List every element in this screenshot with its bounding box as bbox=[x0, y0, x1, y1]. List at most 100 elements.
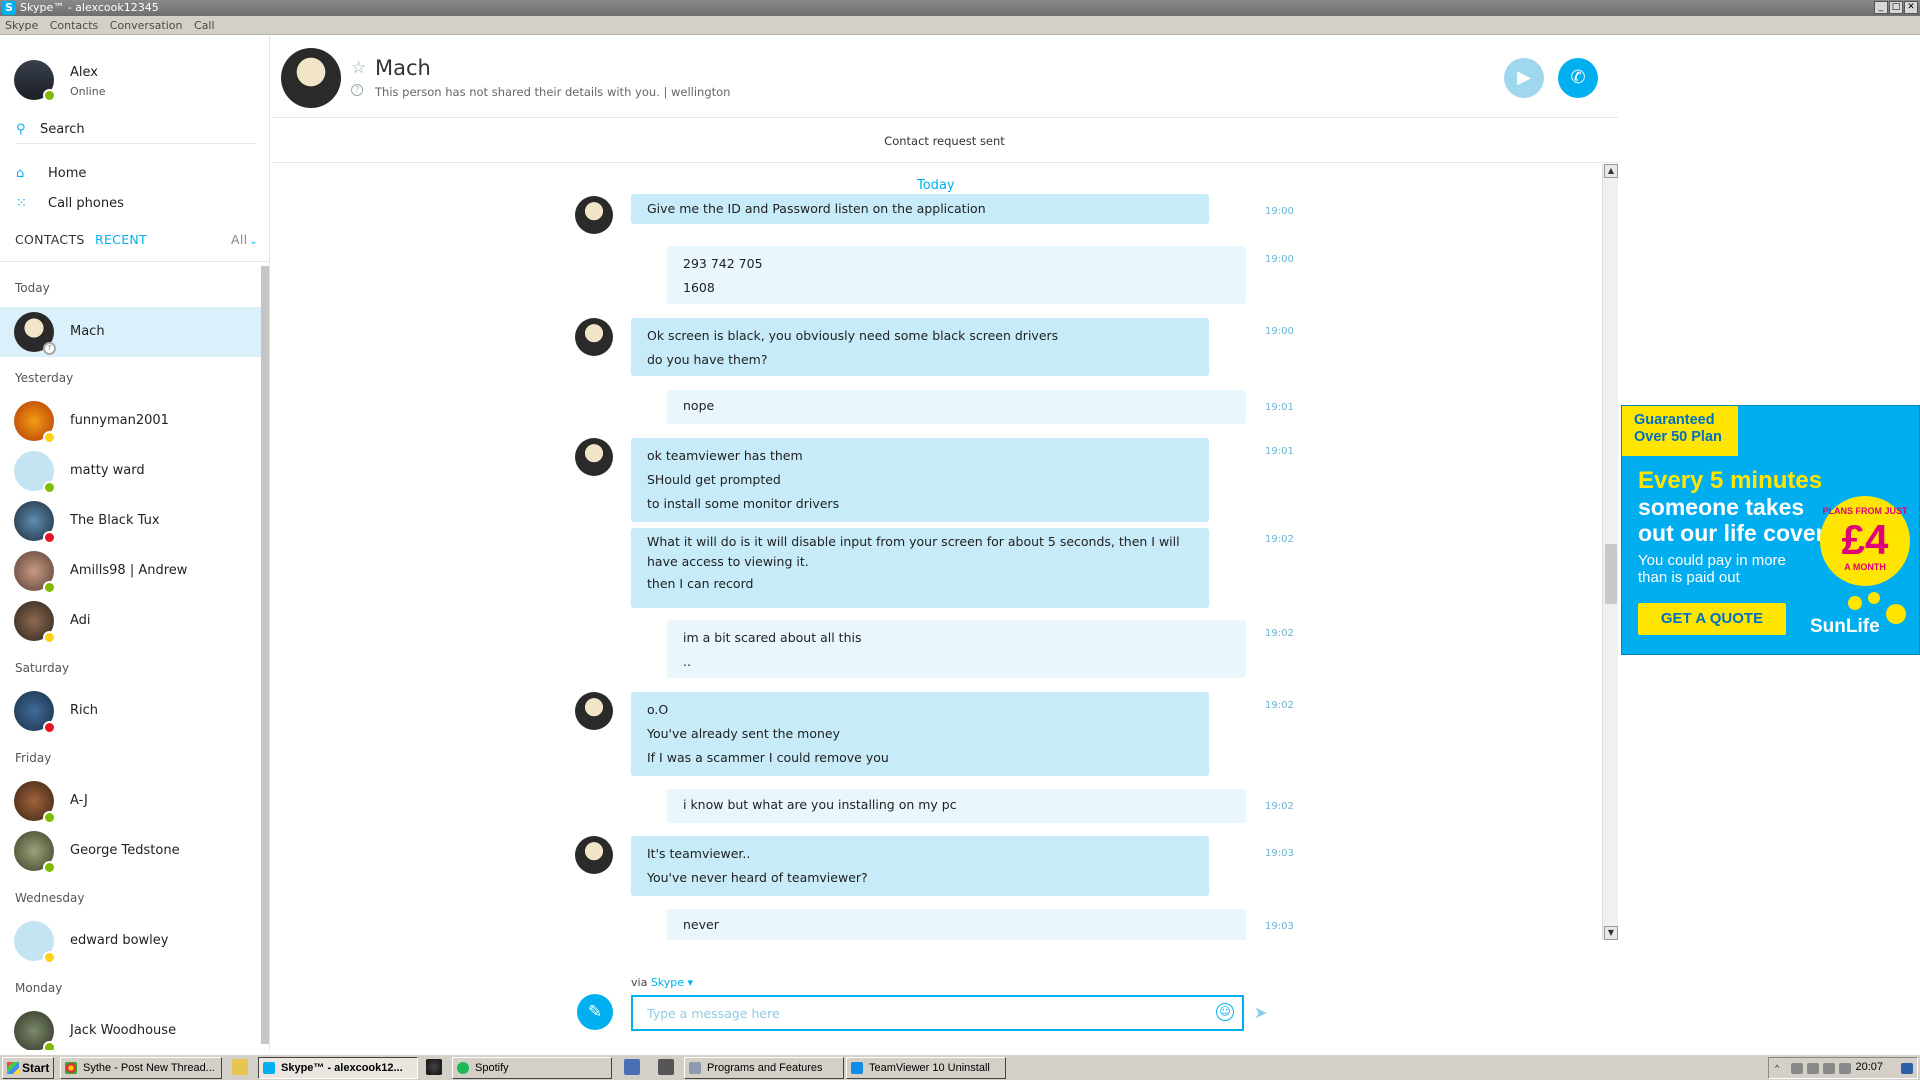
network-icon[interactable] bbox=[1791, 1063, 1803, 1074]
ad-price-amount: £4 bbox=[1841, 516, 1889, 563]
profile-name: Alex bbox=[70, 65, 98, 80]
message-bubble-in: It's teamviewer.. You've never heard of … bbox=[631, 836, 1209, 896]
message-time: 19:01 bbox=[1265, 446, 1294, 457]
taskbar-item-browser[interactable]: Sythe - Post New Thread... bbox=[60, 1057, 222, 1079]
spotify-icon bbox=[457, 1062, 469, 1074]
close-button[interactable]: ✕ bbox=[1904, 1, 1918, 14]
taskbar-item-spotify[interactable]: Spotify bbox=[452, 1057, 612, 1079]
monitor-icon[interactable] bbox=[1807, 1063, 1819, 1074]
taskbar-item-label: Programs and Features bbox=[707, 1062, 823, 1074]
nav-home[interactable]: ⌂ Home bbox=[16, 164, 256, 186]
message-bubble-in: Ok screen is black, you obviously need s… bbox=[631, 318, 1209, 376]
media-icon[interactable] bbox=[658, 1059, 674, 1075]
star-icon[interactable]: ☆ bbox=[351, 58, 366, 78]
tray-app-icon[interactable] bbox=[1839, 1063, 1851, 1074]
taskbar-item-skype[interactable]: Skype™ - alexcook12... bbox=[258, 1057, 418, 1079]
menu-bar: Skype Contacts Conversation Call bbox=[0, 16, 1920, 35]
taskbar-item-label: TeamViewer 10 Uninstall bbox=[869, 1062, 990, 1074]
contact-item-edward-bowley[interactable]: edward bowley bbox=[0, 916, 261, 966]
conversation-area: Today Give me the ID and Password listen… bbox=[271, 164, 1602, 940]
volume-icon[interactable] bbox=[1823, 1063, 1835, 1074]
tray-expand-icon[interactable]: ^ bbox=[1775, 1063, 1787, 1074]
contact-item-mach[interactable]: ? Mach bbox=[0, 307, 261, 357]
contact-item-adi[interactable]: Adi bbox=[0, 596, 261, 646]
ad-body: You could pay in more than is paid out bbox=[1638, 552, 1786, 586]
send-icon[interactable]: ➤ bbox=[1254, 1003, 1267, 1022]
dialpad-icon: ⁙ bbox=[16, 196, 27, 211]
taskbar-clock[interactable]: 20:07 bbox=[1855, 1061, 1883, 1073]
advertisement-banner[interactable]: Guaranteed Over 50 Plan Every 5 minutes … bbox=[1621, 405, 1920, 655]
folder-icon[interactable] bbox=[232, 1059, 248, 1075]
contact-name: The Black Tux bbox=[70, 513, 160, 528]
contact-item-rich[interactable]: Rich bbox=[0, 686, 261, 736]
start-button[interactable]: Start bbox=[2, 1057, 54, 1079]
contact-item-the-black-tux[interactable]: The Black Tux bbox=[0, 496, 261, 546]
message-time: 19:03 bbox=[1265, 921, 1294, 932]
message-text: then I can record bbox=[647, 576, 754, 591]
sun-logo-icon bbox=[1886, 604, 1906, 624]
scroll-thumb[interactable] bbox=[1605, 544, 1617, 604]
menu-conversation[interactable]: Conversation bbox=[110, 16, 183, 35]
sidebar-scrollbar[interactable] bbox=[261, 266, 269, 1044]
emoticon-icon[interactable]: ☺ bbox=[1216, 1003, 1234, 1021]
contact-item-george-tedstone[interactable]: George Tedstone bbox=[0, 826, 261, 876]
skype-app-icon: S bbox=[2, 1, 16, 15]
contact-name: Mach bbox=[70, 324, 105, 339]
contact-tabs: CONTACTS RECENT All ⌄ bbox=[0, 232, 269, 262]
contact-name: George Tedstone bbox=[70, 843, 180, 858]
conversation-scrollbar[interactable]: ▲ ▼ bbox=[1602, 164, 1618, 940]
contact-item-a-j[interactable]: A-J bbox=[0, 776, 261, 826]
show-desktop-icon[interactable] bbox=[1901, 1063, 1913, 1074]
audio-call-button[interactable]: ✆ bbox=[1558, 58, 1598, 98]
attach-button[interactable]: ✎ bbox=[577, 994, 613, 1030]
taskbar-item-label: Skype™ - alexcook12... bbox=[281, 1062, 403, 1074]
message-time: 19:02 bbox=[1265, 534, 1294, 545]
message-bubble-out: 293 742 705 1608 bbox=[667, 246, 1246, 304]
maximize-button[interactable]: □ bbox=[1889, 1, 1903, 14]
tab-recent[interactable]: RECENT bbox=[95, 232, 147, 247]
message-text: You've already sent the money bbox=[647, 726, 841, 741]
message-text: Give me the ID and Password listen on th… bbox=[647, 201, 986, 216]
nav-home-label: Home bbox=[48, 166, 87, 181]
contact-item-funnyman2001[interactable]: funnyman2001 bbox=[0, 396, 261, 446]
message-text: do you have them? bbox=[647, 352, 768, 367]
video-call-button[interactable]: ▶ bbox=[1504, 58, 1544, 98]
message-input[interactable] bbox=[631, 995, 1244, 1031]
taskbar-item-teamviewer[interactable]: TeamViewer 10 Uninstall bbox=[846, 1057, 1006, 1079]
message-text: to install some monitor drivers bbox=[647, 496, 840, 511]
contact-name: A-J bbox=[70, 793, 88, 808]
contact-item-matty-ward[interactable]: matty ward bbox=[0, 446, 261, 496]
menu-contacts[interactable]: Contacts bbox=[50, 16, 99, 35]
message-bubble-out: i know but what are you installing on my… bbox=[667, 789, 1246, 823]
tab-contacts[interactable]: CONTACTS bbox=[15, 232, 85, 247]
contact-item-amills98[interactable]: Amills98 | Andrew bbox=[0, 546, 261, 596]
ad-cta-button[interactable]: GET A QUOTE bbox=[1638, 603, 1786, 635]
nav-call-phones[interactable]: ⁙ Call phones bbox=[16, 194, 256, 216]
chat-contact-name: Mach bbox=[375, 56, 431, 80]
menu-call[interactable]: Call bbox=[194, 16, 215, 35]
ad-brand-logo: SunLife bbox=[1810, 616, 1880, 637]
skype-icon bbox=[263, 1062, 275, 1074]
contact-name: Amills98 | Andrew bbox=[70, 563, 188, 578]
message-bubble-in: o.O You've already sent the money If I w… bbox=[631, 692, 1209, 776]
filter-dropdown[interactable]: All ⌄ bbox=[231, 232, 258, 247]
steam-icon[interactable] bbox=[426, 1059, 442, 1075]
profile-status[interactable]: Online bbox=[70, 85, 105, 98]
sidebar: Alex Online ⚲ Search ⌂ Home ⁙ Call phone… bbox=[0, 36, 270, 1050]
menu-skype[interactable]: Skype bbox=[5, 16, 38, 35]
utility-icon[interactable] bbox=[624, 1059, 640, 1075]
contact-item-jack-woodhouse[interactable]: Jack Woodhouse bbox=[0, 1006, 261, 1050]
chat-contact-subtitle: This person has not shared their details… bbox=[375, 85, 731, 99]
group-header-today: Today bbox=[15, 281, 50, 295]
control-panel-icon bbox=[689, 1062, 701, 1074]
via-service-dropdown[interactable]: Skype ▾ bbox=[651, 976, 693, 989]
search-box[interactable]: ⚲ Search bbox=[16, 120, 256, 144]
scroll-up-arrow-icon[interactable]: ▲ bbox=[1604, 164, 1618, 178]
ad-price-badge: PLANS FROM JUST £4 A MONTH bbox=[1820, 496, 1910, 586]
chat-header: ☆ Mach ? This person has not shared thei… bbox=[271, 36, 1618, 118]
chat-contact-avatar[interactable] bbox=[281, 48, 341, 108]
minimize-button[interactable]: _ bbox=[1874, 1, 1888, 14]
scroll-down-arrow-icon[interactable]: ▼ bbox=[1604, 926, 1618, 940]
taskbar-item-programs[interactable]: Programs and Features bbox=[684, 1057, 844, 1079]
presence-busy-icon bbox=[43, 721, 56, 734]
